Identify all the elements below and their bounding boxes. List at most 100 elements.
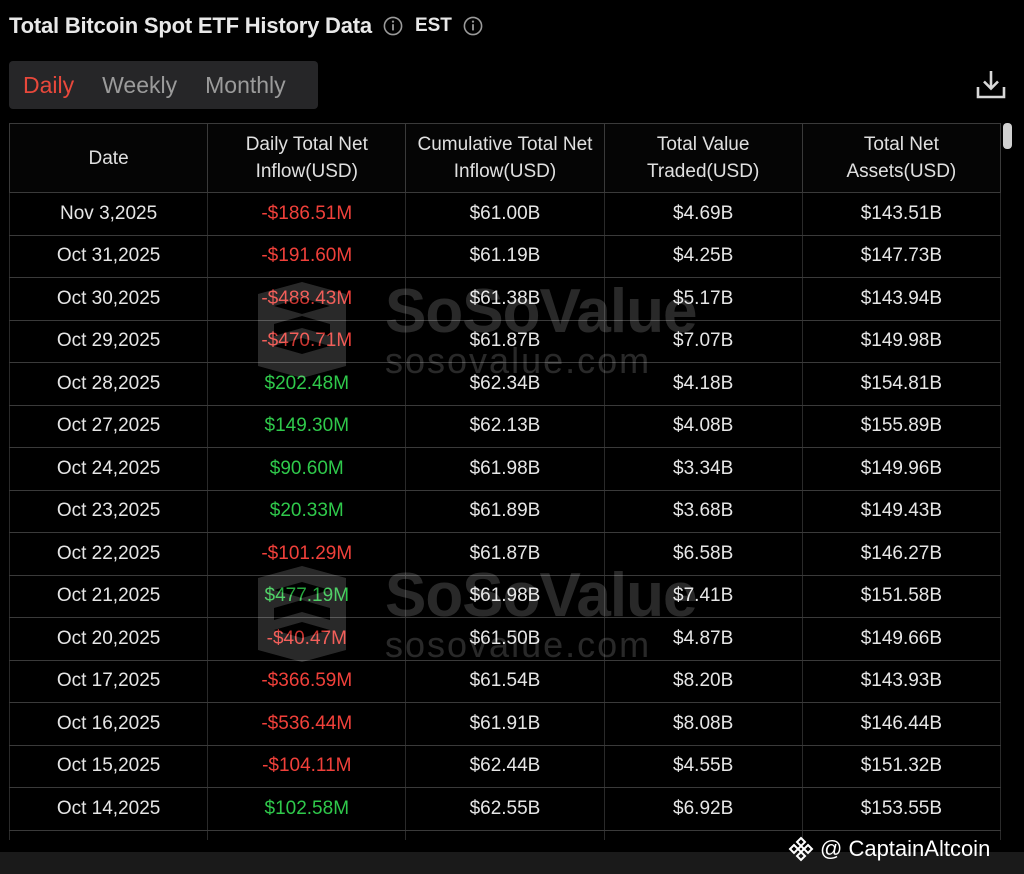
timezone-label: EST	[414, 15, 452, 36]
cell-date: Oct 29,2025	[9, 320, 209, 363]
cell-total-value-traded: $4.87B	[603, 617, 803, 661]
cell-date: Oct 30,2025	[9, 277, 209, 321]
table-row[interactable]: Oct 23,2025 $20.33M $61.89B $3.68B $149.43B	[9, 490, 1001, 533]
cell-date: Oct 14,2025	[9, 787, 209, 831]
table-body: Nov 3,2025 -$186.51M $61.00B $4.69B $143.51B…	[9, 192, 1001, 840]
timezone-info-icon[interactable]	[463, 16, 483, 36]
column-header-daily-net-inflow[interactable]: Daily Total Net Inflow(USD)	[207, 123, 407, 193]
cell-daily-net-inflow: $149.30M	[207, 405, 407, 448]
table-scrollbar[interactable]	[1003, 123, 1012, 149]
cell-cumulative-net-inflow: $62.34B	[405, 362, 605, 406]
cell-daily-net-inflow: -$470.71M	[207, 320, 407, 363]
cell-total-value-traded: $6.58B	[603, 532, 803, 576]
history-table-container[interactable]: Date Daily Total Net Inflow(USD) Cumulat…	[9, 123, 1001, 840]
cell-daily-net-inflow: $202.48M	[207, 362, 407, 406]
cell-total-net-assets: $143.94B	[801, 277, 1001, 321]
history-table: Date Daily Total Net Inflow(USD) Cumulat…	[9, 123, 1001, 840]
table-row[interactable]: Nov 3,2025 -$186.51M $61.00B $4.69B $143.51B	[9, 192, 1001, 236]
credit-text: @ CaptainAltcoin	[820, 836, 991, 861]
cell-total-value-traded: $4.25B	[603, 235, 803, 278]
tab-monthly[interactable]: Monthly	[191, 61, 300, 109]
cell-total-net-assets: $146.27B	[801, 532, 1001, 576]
download-icon	[976, 71, 1006, 99]
table-cell-empty	[9, 830, 209, 840]
cell-total-net-assets: $151.58B	[801, 575, 1001, 618]
table-cell-empty	[207, 830, 407, 840]
cell-daily-net-inflow: -$191.60M	[207, 235, 407, 278]
cell-cumulative-net-inflow: $61.38B	[405, 277, 605, 321]
cell-date: Oct 24,2025	[9, 447, 209, 491]
table-row[interactable]: Oct 14,2025 $102.58M $62.55B $6.92B $153.55B	[9, 787, 1001, 831]
cell-total-value-traded: $7.07B	[603, 320, 803, 363]
cell-cumulative-net-inflow: $61.00B	[405, 192, 605, 236]
binance-logo-icon	[788, 836, 814, 862]
cell-daily-net-inflow: $20.33M	[207, 490, 407, 533]
cell-date: Oct 28,2025	[9, 362, 209, 406]
cell-cumulative-net-inflow: $61.89B	[405, 490, 605, 533]
cell-total-value-traded: $4.08B	[603, 405, 803, 448]
cell-daily-net-inflow: $477.19M	[207, 575, 407, 618]
cell-total-value-traded: $5.17B	[603, 277, 803, 321]
tab-daily[interactable]: Daily	[9, 61, 88, 109]
cell-daily-net-inflow: -$366.59M	[207, 660, 407, 703]
cell-total-value-traded: $8.20B	[603, 660, 803, 703]
cell-total-value-traded: $4.55B	[603, 745, 803, 788]
tab-weekly[interactable]: Weekly	[88, 61, 191, 109]
column-header-date[interactable]: Date	[9, 123, 209, 193]
cell-total-value-traded: $3.34B	[603, 447, 803, 491]
table-row[interactable]: Oct 28,2025 $202.48M $62.34B $4.18B $154.81B	[9, 362, 1001, 406]
table-header-row: Date Daily Total Net Inflow(USD) Cumulat…	[9, 123, 1001, 193]
cell-cumulative-net-inflow: $61.54B	[405, 660, 605, 703]
download-button[interactable]	[974, 68, 1008, 102]
cell-cumulative-net-inflow: $62.13B	[405, 405, 605, 448]
table-row[interactable]: Oct 17,2025 -$366.59M $61.54B $8.20B $143.93…	[9, 660, 1001, 703]
table-row[interactable]: Oct 31,2025 -$191.60M $61.19B $4.25B $147.73…	[9, 235, 1001, 278]
cell-cumulative-net-inflow: $61.87B	[405, 320, 605, 363]
cell-date: Oct 31,2025	[9, 235, 209, 278]
cell-daily-net-inflow: -$488.43M	[207, 277, 407, 321]
cell-date: Oct 15,2025	[9, 745, 209, 788]
cell-total-value-traded: $4.69B	[603, 192, 803, 236]
cell-total-value-traded: $8.08B	[603, 702, 803, 746]
cell-cumulative-net-inflow: $61.50B	[405, 617, 605, 661]
cell-total-net-assets: $147.73B	[801, 235, 1001, 278]
cell-total-net-assets: $154.81B	[801, 362, 1001, 406]
cell-total-value-traded: $4.18B	[603, 362, 803, 406]
table-row[interactable]: Oct 20,2025 -$40.47M $61.50B $4.87B $149.66B	[9, 617, 1001, 661]
table-row[interactable]: Oct 29,2025 -$470.71M $61.87B $7.07B $149.98…	[9, 320, 1001, 363]
table-row[interactable]: Oct 24,2025 $90.60M $61.98B $3.34B $149.96B	[9, 447, 1001, 491]
table-row[interactable]: Oct 27,2025 $149.30M $62.13B $4.08B $155.89B	[9, 405, 1001, 448]
table-row[interactable]: Oct 30,2025 -$488.43M $61.38B $5.17B $143.94…	[9, 277, 1001, 321]
column-header-total-value-traded[interactable]: Total Value Traded(USD)	[603, 123, 803, 193]
cell-date: Oct 22,2025	[9, 532, 209, 576]
cell-date: Oct 17,2025	[9, 660, 209, 703]
column-header-cumulative-net-inflow[interactable]: Cumulative Total Net Inflow(USD)	[405, 123, 605, 193]
table-row[interactable]: Oct 21,2025 $477.19M $61.98B $7.41B $151.58B	[9, 575, 1001, 618]
cell-total-net-assets: $149.43B	[801, 490, 1001, 533]
panel-header: Total Bitcoin Spot ETF History Data EST	[9, 10, 483, 42]
cell-total-value-traded: $6.92B	[603, 787, 803, 831]
cell-date: Oct 16,2025	[9, 702, 209, 746]
table-row[interactable]: Oct 16,2025 -$536.44M $61.91B $8.08B $146.44…	[9, 702, 1001, 746]
cell-cumulative-net-inflow: $62.55B	[405, 787, 605, 831]
cell-total-net-assets: $146.44B	[801, 702, 1001, 746]
cell-total-net-assets: $143.51B	[801, 192, 1001, 236]
table-row[interactable]: Oct 15,2025 -$104.11M $62.44B $4.55B $151.32…	[9, 745, 1001, 788]
column-header-total-net-assets[interactable]: Total Net Assets(USD)	[801, 123, 1001, 193]
table-row[interactable]: Oct 22,2025 -$101.29M $61.87B $6.58B $146.27…	[9, 532, 1001, 576]
cell-total-net-assets: $143.93B	[801, 660, 1001, 703]
cell-total-net-assets: $149.66B	[801, 617, 1001, 661]
cell-date: Oct 27,2025	[9, 405, 209, 448]
info-icon[interactable]	[383, 16, 403, 36]
cell-total-net-assets: $149.98B	[801, 320, 1001, 363]
cell-total-value-traded: $3.68B	[603, 490, 803, 533]
cell-date: Oct 21,2025	[9, 575, 209, 618]
cell-total-net-assets: $151.32B	[801, 745, 1001, 788]
cell-date: Nov 3,2025	[9, 192, 209, 236]
period-tabs: Daily Weekly Monthly	[9, 61, 318, 109]
cell-total-net-assets: $155.89B	[801, 405, 1001, 448]
cell-date: Oct 20,2025	[9, 617, 209, 661]
page-title: Total Bitcoin Spot ETF History Data	[9, 13, 372, 38]
cell-cumulative-net-inflow: $61.98B	[405, 575, 605, 618]
table-cell-empty	[405, 830, 605, 840]
